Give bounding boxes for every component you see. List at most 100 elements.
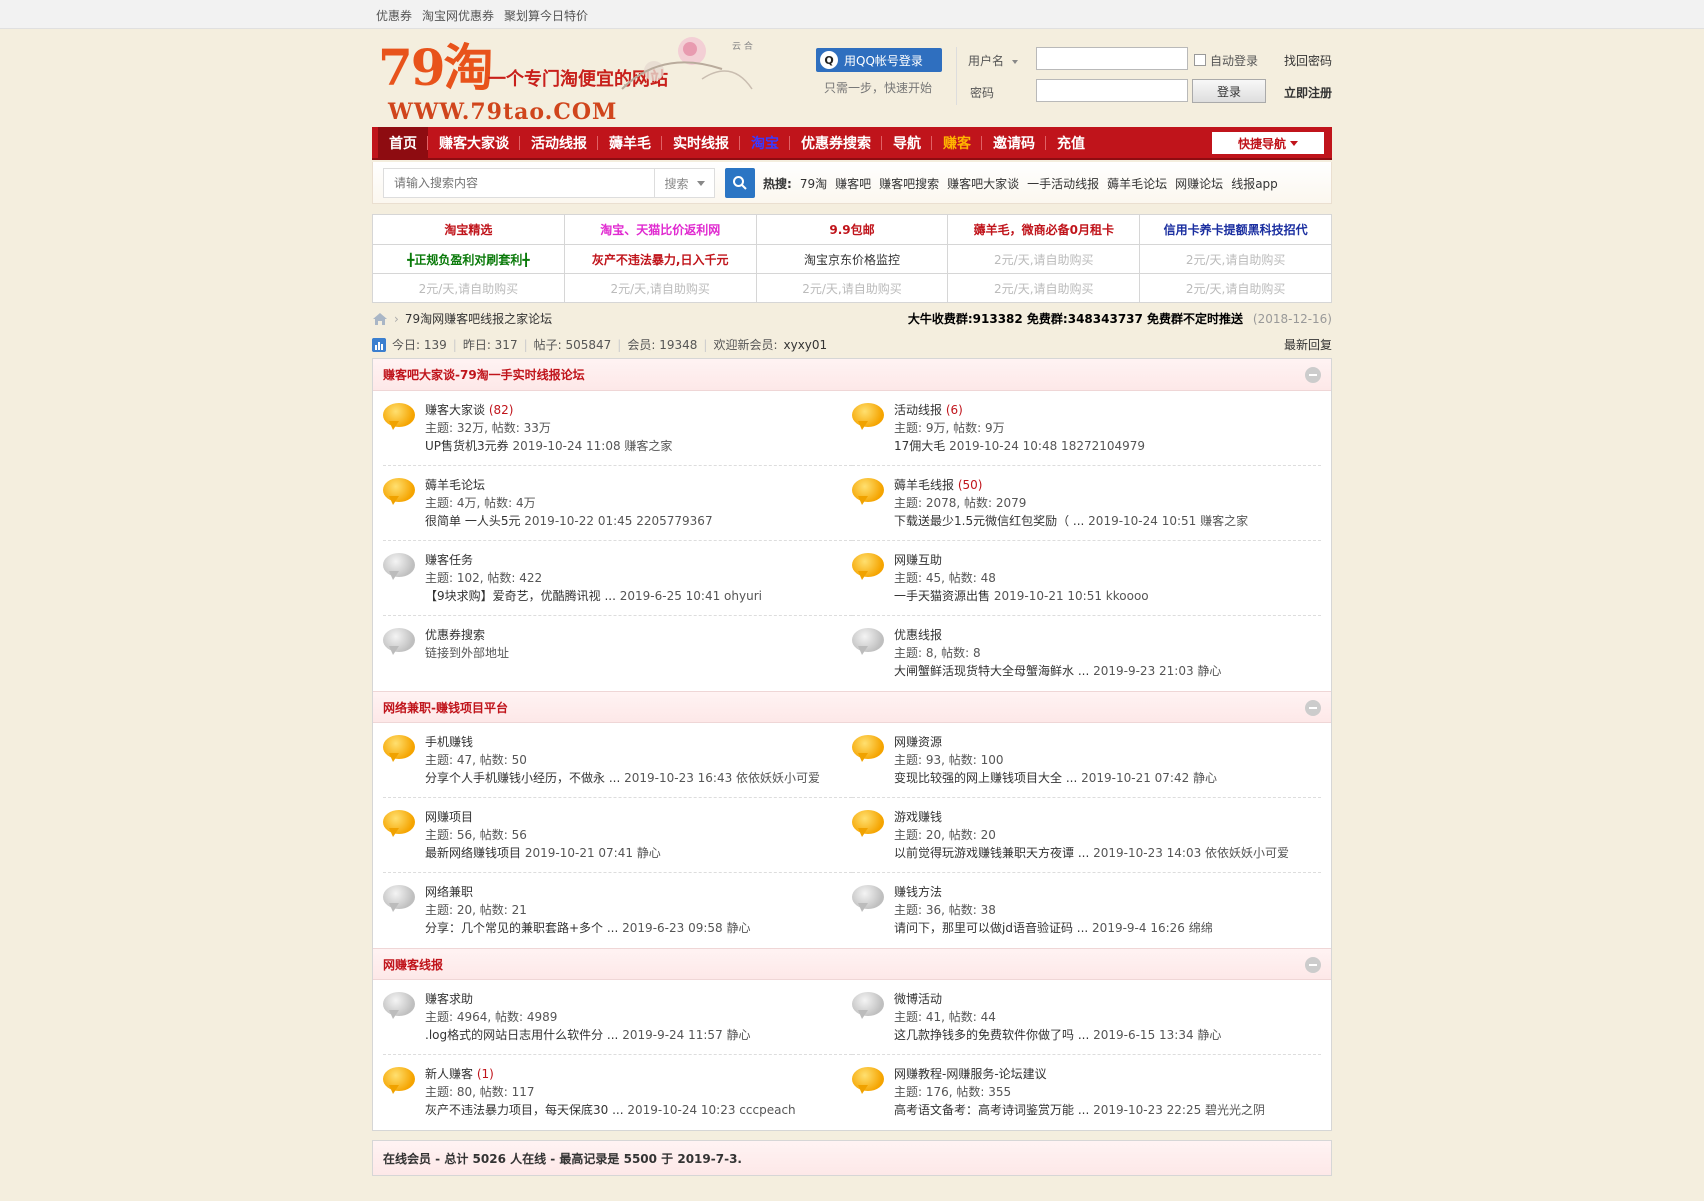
forum-name[interactable]: 赚客求助 (425, 992, 473, 1006)
topbar-link-juhuasuan[interactable]: 聚划算今日特价 (504, 7, 588, 24)
ad-link[interactable]: 2元/天,请自助购买 (1139, 245, 1331, 273)
hot-link[interactable]: 赚客吧 (835, 175, 871, 192)
hot-link[interactable]: 薅羊毛论坛 (1107, 175, 1167, 192)
last-post-link[interactable]: 分享：几个常见的兼职套路+多个 ... (425, 921, 618, 935)
nav-item-coupon-search[interactable]: 优惠券搜索 (790, 127, 882, 158)
forum-bubble-icon[interactable] (383, 885, 415, 913)
home-icon[interactable] (372, 312, 388, 326)
forum-bubble-icon[interactable] (383, 735, 415, 763)
ad-link[interactable]: 2元/天,请自助购买 (563, 274, 756, 302)
last-post-link[interactable]: 最新网络赚钱项目 (425, 846, 521, 860)
forum-bubble-icon[interactable] (852, 810, 884, 838)
forum-bubble-icon[interactable] (852, 1067, 884, 1095)
nav-item-freebies[interactable]: 薅羊毛 (598, 127, 662, 158)
forum-bubble-icon[interactable] (383, 810, 415, 838)
forum-bubble-icon[interactable] (852, 735, 884, 763)
last-post-link[interactable]: 很简单 一人头5元 (425, 514, 520, 528)
last-post-link[interactable]: 高考语文备考：高考诗词鉴赏万能 ... (894, 1103, 1089, 1117)
forum-bubble-icon[interactable] (852, 628, 884, 656)
new-member-link[interactable]: xyxy01 (783, 338, 827, 352)
register-link[interactable]: 立即注册 (1284, 84, 1332, 101)
search-type-select[interactable]: 搜索 (655, 168, 715, 198)
search-button[interactable] (725, 168, 755, 198)
forum-bubble-icon[interactable] (383, 992, 415, 1020)
ad-link[interactable]: 薅羊毛，微商必备0月租卡 (947, 215, 1139, 244)
quick-nav-button[interactable]: 快捷导航 (1212, 132, 1324, 154)
hot-link[interactable]: 线报app (1231, 175, 1278, 192)
section-title[interactable]: 网赚客线报 (383, 956, 443, 973)
forum-title[interactable]: 79淘网赚客吧线报之家论坛 (405, 310, 552, 327)
forum-name[interactable]: 优惠券搜索 (425, 628, 485, 642)
nav-item-recharge[interactable]: 充值 (1046, 127, 1096, 158)
section-title[interactable]: 赚客吧大家谈-79淘一手实时线报论坛 (383, 366, 585, 383)
nav-item-taobao[interactable]: 淘宝 (740, 127, 790, 158)
ad-link[interactable]: 9.9包邮 (755, 215, 948, 244)
ad-link[interactable]: 淘宝精选 (373, 215, 564, 244)
nav-item-invite-code[interactable]: 邀请码 (982, 127, 1046, 158)
forum-name[interactable]: 赚钱方法 (894, 885, 942, 899)
forum-bubble-icon[interactable] (852, 992, 884, 1020)
last-post-link[interactable]: 请问下，那里可以做jd语音验证码 ... (894, 921, 1088, 935)
last-post-link[interactable]: 灰产不违法暴力项目，每天保底30 ... (425, 1103, 624, 1117)
last-post-link[interactable]: 大闸蟹鲜活现货特大全母蟹海鲜水 ... (894, 664, 1089, 678)
forum-name[interactable]: 网赚资源 (894, 735, 942, 749)
last-post-link[interactable]: 这几款挣钱多的免费软件你做了吗 ... (894, 1028, 1089, 1042)
nav-item-deals[interactable]: 活动线报 (520, 127, 598, 158)
nav-item-home[interactable]: 首页 (378, 127, 428, 158)
collapse-icon[interactable] (1305, 957, 1321, 973)
section-title[interactable]: 网络兼职-赚钱项目平台 (383, 699, 508, 716)
topbar-link-coupon[interactable]: 优惠券 (376, 7, 412, 24)
forum-bubble-icon[interactable] (383, 628, 415, 656)
forum-bubble-icon[interactable] (852, 885, 884, 913)
nav-item-realtime[interactable]: 实时线报 (662, 127, 740, 158)
forum-bubble-icon[interactable] (383, 403, 415, 431)
nav-item-navigation[interactable]: 导航 (882, 127, 932, 158)
forum-name[interactable]: 优惠线报 (894, 628, 942, 642)
last-post-link[interactable]: 【9块求购】爱奇艺，优酷腾讯视 ... (425, 589, 616, 603)
last-post-link[interactable]: 分享个人手机赚钱小经历，不做永 ... (425, 771, 620, 785)
last-post-link[interactable]: 以前觉得玩游戏赚钱兼职天方夜谭 ... (894, 846, 1089, 860)
hot-link[interactable]: 赚客吧搜索 (879, 175, 939, 192)
forum-name[interactable]: 赚客大家谈 (425, 403, 485, 417)
topbar-link-taobao-coupon[interactable]: 淘宝网优惠券 (422, 7, 494, 24)
collapse-icon[interactable] (1305, 367, 1321, 383)
last-post-link[interactable]: 17佣大毛 (894, 439, 945, 453)
hot-link[interactable]: 79淘 (800, 175, 827, 192)
forum-bubble-icon[interactable] (852, 403, 884, 431)
forum-name[interactable]: 网赚项目 (425, 810, 473, 824)
forum-bubble-icon[interactable] (383, 478, 415, 506)
ad-link[interactable]: 2元/天,请自助购买 (947, 245, 1139, 273)
last-post-link[interactable]: 下载送最少1.5元微信红包奖励（ ... (894, 514, 1084, 528)
forum-name[interactable]: 赚客任务 (425, 553, 473, 567)
nav-item-discussion[interactable]: 赚客大家谈 (428, 127, 520, 158)
ad-link[interactable]: ╋正规负盈利对刷套利╋ (373, 245, 564, 273)
forum-name[interactable]: 微博活动 (894, 992, 942, 1006)
hot-link[interactable]: 一手活动线报 (1027, 175, 1099, 192)
ad-link[interactable]: 2元/天,请自助购买 (755, 274, 948, 302)
username-label[interactable]: 用户名 (968, 52, 1018, 69)
collapse-icon[interactable] (1305, 700, 1321, 716)
forum-name[interactable]: 薅羊毛论坛 (425, 478, 485, 492)
ad-link[interactable]: 信用卡养卡提额黑科技招代 (1139, 215, 1331, 244)
hot-link[interactable]: 赚客吧大家谈 (947, 175, 1019, 192)
forum-bubble-icon[interactable] (383, 553, 415, 581)
last-post-link[interactable]: 一手天猫资源出售 (894, 589, 990, 603)
ad-link[interactable]: 2元/天,请自助购买 (947, 274, 1139, 302)
ad-link[interactable]: 灰产不违法暴力,日入千元 (563, 245, 756, 273)
forum-name[interactable]: 手机赚钱 (425, 735, 473, 749)
forum-name[interactable]: 活动线报 (894, 403, 942, 417)
ad-link[interactable]: 淘宝、天猫比价返利网 (563, 215, 756, 244)
qq-login-button[interactable]: Q 用QQ帐号登录 (816, 48, 942, 72)
forum-name[interactable]: 薅羊毛线报 (894, 478, 954, 492)
last-post-link[interactable]: .log格式的网站日志用什么软件分 ... (425, 1028, 618, 1042)
forum-name[interactable]: 网赚互助 (894, 553, 942, 567)
forum-bubble-icon[interactable] (383, 1067, 415, 1095)
ad-link[interactable]: 2元/天,请自助购买 (1139, 274, 1331, 302)
search-input[interactable] (383, 168, 655, 198)
auto-login-checkbox[interactable] (1194, 54, 1206, 66)
ad-link[interactable]: 2元/天,请自助购买 (373, 274, 564, 302)
forgot-password-link[interactable]: 找回密码 (1284, 52, 1332, 69)
password-input[interactable] (1036, 79, 1188, 102)
forum-name[interactable]: 网络兼职 (425, 885, 473, 899)
ad-link[interactable]: 淘宝京东价格监控 (755, 245, 948, 273)
